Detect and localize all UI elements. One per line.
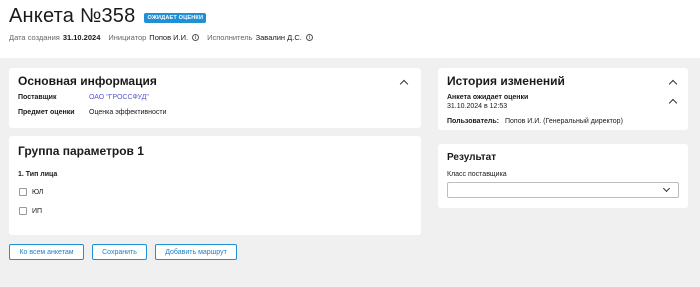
history-card: История изменений Анкета ожидает оценки …: [438, 68, 688, 130]
chevron-up-icon[interactable]: [668, 98, 678, 108]
checkbox-ul[interactable]: ЮЛ: [19, 188, 43, 196]
subject-value: Оценка эффективности: [89, 109, 167, 116]
all-forms-button[interactable]: Ко всем анкетам: [9, 244, 84, 260]
page-title: Анкета №358: [9, 5, 136, 27]
class-label: Класс поставщика: [447, 171, 507, 178]
history-title: История изменений: [447, 74, 565, 88]
info-icon[interactable]: i: [305, 34, 313, 41]
executor-label: Исполнитель: [207, 33, 253, 42]
chevron-down-icon: [662, 184, 671, 193]
chevron-up-icon[interactable]: [668, 79, 678, 89]
checkbox-label: ЮЛ: [32, 188, 44, 196]
main-info-card: Основная информация Поставщик ОАО "ГРОСС…: [9, 68, 421, 128]
question-label: 1. Тип лица: [18, 171, 58, 178]
executor-value: Завалин Д.С.: [255, 33, 302, 42]
history-entry-title: Анкета ожидает оценки: [447, 94, 529, 101]
checkbox[interactable]: [19, 188, 27, 196]
param-group-card: Группа параметров 1 1. Тип лица ЮЛ ИП: [9, 136, 421, 235]
status-badge: ОЖИДАЕТ ОЦЕНКИ: [144, 12, 207, 23]
main-info-title: Основная информация: [18, 74, 157, 88]
save-button[interactable]: Сохранить: [92, 244, 147, 260]
history-entry-datetime: 31.10.2024 в 12:53: [447, 103, 508, 110]
created-label: Дата создания: [9, 33, 60, 42]
result-title: Результат: [447, 152, 497, 163]
param-group-title: Группа параметров 1: [18, 144, 144, 158]
meta-row: Дата создания 31.10.2024 Инициатор Попов…: [9, 33, 313, 42]
initiator-label: Инициатор: [108, 33, 147, 42]
info-icon[interactable]: i: [192, 34, 200, 41]
chevron-up-icon[interactable]: [399, 79, 409, 89]
checkbox[interactable]: [19, 207, 27, 215]
supplier-class-select[interactable]: [447, 182, 679, 198]
supplier-label: Поставщик: [18, 94, 57, 101]
add-route-button[interactable]: Добавить маршрут: [155, 244, 237, 260]
initiator-value: Попов И.И.: [149, 33, 189, 42]
checkbox-label: ИП: [32, 207, 43, 215]
created-value: 31.10.2024: [62, 33, 101, 42]
page-header: Анкета №358 ОЖИДАЕТ ОЦЕНКИ Дата создания…: [0, 0, 700, 58]
supplier-link[interactable]: ОАО "ГРОССФУД": [89, 94, 149, 101]
checkbox-ip[interactable]: ИП: [19, 207, 42, 215]
history-user-label: Пользователь:: [447, 118, 499, 125]
subject-label: Предмет оценки: [18, 109, 75, 116]
history-user-value: Попов И.И. (Генеральный директор): [505, 118, 623, 125]
